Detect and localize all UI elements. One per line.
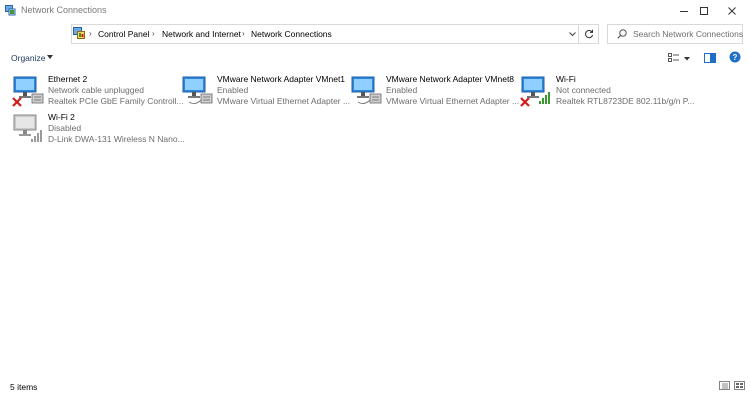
large-icons-view-icon[interactable]	[734, 381, 745, 390]
breadcrumb-separator: ›	[89, 29, 92, 38]
wifi-adapter-icon	[13, 114, 42, 142]
connection-name: Wi-Fi 2	[48, 112, 75, 122]
details-view-icon[interactable]	[719, 381, 730, 390]
maximize-icon	[700, 7, 708, 15]
breadcrumb-network-and-internet[interactable]: Network and Internet	[162, 29, 241, 39]
connection-item-vmnet8[interactable]: VMware Network Adapter VMnet8 Enabled VM…	[350, 74, 519, 108]
chevron-down-icon[interactable]	[47, 55, 53, 59]
breadcrumb-control-panel[interactable]: Control Panel	[98, 29, 150, 39]
connection-status: Enabled	[217, 85, 249, 95]
chevron-down-icon	[568, 31, 576, 36]
ethernet-adapter-icon	[12, 76, 44, 107]
search-icon	[617, 29, 627, 39]
breadcrumb-network-connections[interactable]: Network Connections	[251, 29, 332, 39]
ethernet-adapter-icon	[182, 76, 213, 105]
breadcrumb-separator: ›	[152, 29, 155, 38]
svg-text:?: ?	[733, 53, 738, 62]
error-x-icon	[520, 97, 530, 107]
connection-item-vmnet1[interactable]: VMware Network Adapter VMnet1 Enabled VM…	[181, 74, 350, 108]
window-title: Network Connections	[21, 5, 107, 15]
item-count: 5 items	[10, 382, 38, 392]
close-icon	[728, 7, 736, 15]
wifi-adapter-icon	[520, 76, 550, 107]
change-view-icon[interactable]	[668, 53, 680, 63]
address-bar[interactable]	[71, 24, 599, 44]
connection-status: Disabled	[48, 123, 82, 133]
network-connections-app-icon	[5, 5, 16, 16]
error-x-icon	[12, 97, 22, 107]
connection-name: Ethernet 2	[48, 74, 88, 84]
connection-device: D-Link DWA-131 Wireless N Nano...	[48, 134, 185, 144]
status-bar	[0, 377, 750, 395]
organize-menu-button[interactable]: Organize	[11, 53, 46, 63]
connection-device: VMware Virtual Ethernet Adapter ...	[386, 96, 520, 106]
connection-item-ethernet-2[interactable]: Ethernet 2 Network cable unplugged Realt…	[12, 74, 184, 108]
control-panel-icon	[73, 27, 85, 39]
title-bar: Network Connections	[0, 0, 750, 22]
connection-status: Not connected	[556, 85, 611, 95]
help-button[interactable]: ?	[728, 50, 742, 64]
connection-device: Realtek RTL8723DE 802.11b/g/n P...	[556, 96, 695, 106]
connection-status: Enabled	[386, 85, 418, 95]
connection-device: VMware Virtual Ethernet Adapter ...	[217, 96, 351, 106]
connection-device: Realtek PCIe GbE Family Controll...	[48, 96, 184, 106]
refresh-button[interactable]	[578, 24, 599, 44]
connection-name: Wi-Fi	[556, 74, 576, 84]
connection-item-wi-fi-2[interactable]: Wi-Fi 2 Disabled D-Link DWA-131 Wireless…	[12, 112, 185, 146]
close-button[interactable]	[714, 0, 750, 22]
connection-status: Network cable unplugged	[48, 85, 144, 95]
breadcrumb-separator: ›	[242, 29, 245, 38]
address-dropdown-button[interactable]	[566, 27, 578, 41]
search-input[interactable]: Search Network Connections	[633, 29, 743, 39]
ethernet-adapter-icon	[351, 76, 382, 105]
connection-name: VMware Network Adapter VMnet1	[217, 74, 346, 84]
connection-item-wi-fi[interactable]: Wi-Fi Not connected Realtek RTL8723DE 80…	[520, 74, 694, 108]
preview-pane-icon[interactable]	[704, 53, 716, 63]
help-icon: ?	[729, 51, 741, 63]
command-bar	[0, 48, 750, 68]
signal-bar	[539, 101, 541, 104]
refresh-icon	[585, 29, 594, 39]
connection-name: VMware Network Adapter VMnet8	[386, 74, 515, 84]
chevron-down-icon[interactable]	[684, 53, 690, 63]
